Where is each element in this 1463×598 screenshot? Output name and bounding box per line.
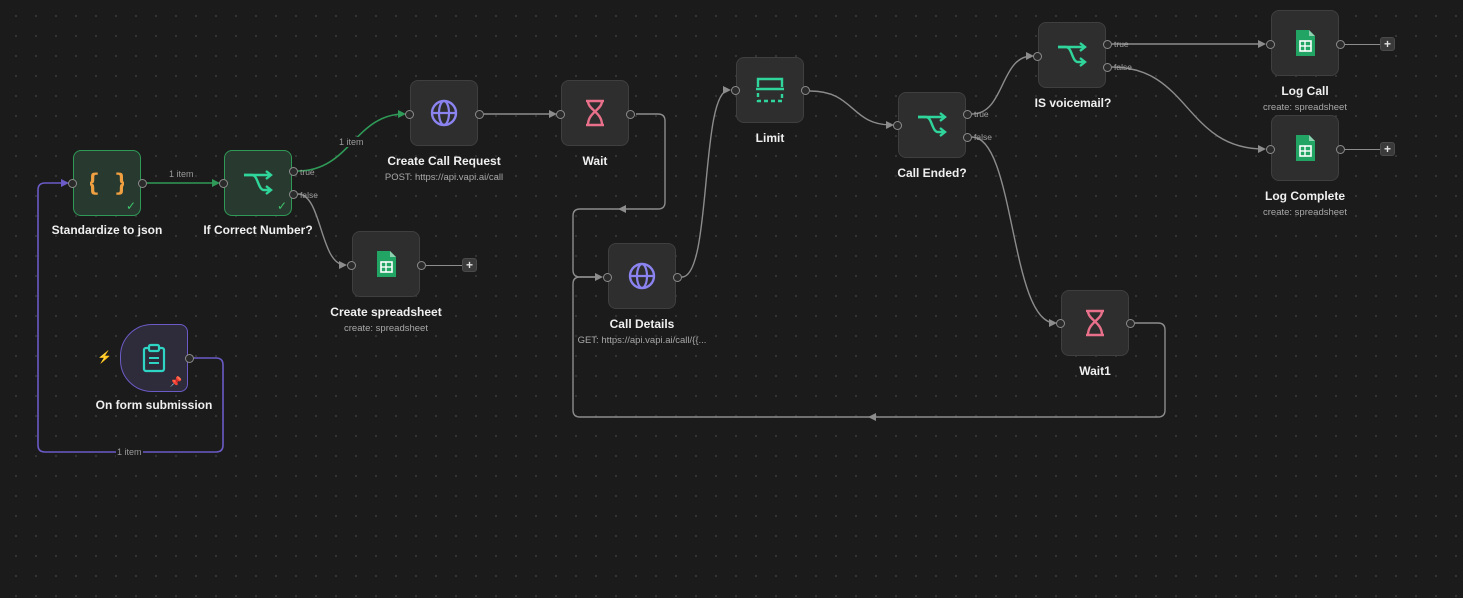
branch-label-false: false <box>300 190 318 200</box>
google-sheets-icon <box>375 250 397 278</box>
output-port[interactable] <box>185 354 194 363</box>
node-subtitle: create: spreadsheet <box>1263 102 1347 113</box>
if-branch-icon <box>916 112 948 138</box>
branch-label-false: false <box>1114 62 1132 72</box>
edge-label-form-standardize: 1 item <box>116 447 143 457</box>
add-connector-line <box>1345 44 1380 45</box>
node-label: If Correct Number? <box>203 223 313 237</box>
hourglass-icon <box>1082 308 1108 338</box>
branch-label-true: true <box>1114 39 1129 49</box>
node-subtitle: create: spreadsheet <box>344 323 428 334</box>
hourglass-icon <box>582 98 608 128</box>
node-create-call-request[interactable] <box>410 80 478 146</box>
google-sheets-icon <box>1294 29 1316 57</box>
output-port[interactable] <box>1126 319 1135 328</box>
edge-wait-call-details-arrow <box>618 205 626 213</box>
output-port[interactable] <box>801 86 810 95</box>
edge-wait1-call-details-arrow <box>868 413 876 421</box>
node-label: Call Ended? <box>897 166 967 180</box>
output-port-false[interactable] <box>963 133 972 142</box>
node-label: Limit <box>755 131 785 145</box>
input-port[interactable] <box>1266 145 1275 154</box>
input-port[interactable] <box>68 179 77 188</box>
output-port-false[interactable] <box>1103 63 1112 72</box>
input-port[interactable] <box>731 86 740 95</box>
node-call-details[interactable] <box>608 243 676 309</box>
branch-label-true: true <box>974 109 989 119</box>
add-connector-line <box>426 265 462 266</box>
node-wait[interactable] <box>561 80 629 146</box>
pin-icon: 📌 <box>169 377 182 388</box>
node-standardize-to-json[interactable]: { } ✓ <box>73 150 141 216</box>
node-label: Log Complete <box>1265 189 1345 203</box>
globe-icon <box>429 98 459 128</box>
node-subtitle: GET: https://api.vapi.ai/call/{{... <box>577 335 707 346</box>
trigger-bolt-icon: ⚡ <box>97 350 112 364</box>
input-port[interactable] <box>1056 319 1065 328</box>
globe-icon <box>627 261 657 291</box>
node-wait1[interactable] <box>1061 290 1129 356</box>
input-port[interactable] <box>219 179 228 188</box>
clipboard-icon <box>141 343 167 373</box>
success-check-icon: ✓ <box>125 199 136 213</box>
branch-label-true: true <box>300 167 315 177</box>
node-label: Create spreadsheet <box>330 305 442 319</box>
node-limit[interactable] <box>736 57 804 123</box>
output-port-true[interactable] <box>289 167 298 176</box>
braces-icon: { } <box>90 168 124 198</box>
node-label: Wait <box>582 154 608 168</box>
output-port[interactable] <box>475 110 484 119</box>
success-check-icon: ✓ <box>276 199 287 213</box>
input-port[interactable] <box>893 121 902 130</box>
node-label: On form submission <box>95 398 213 412</box>
google-sheets-icon <box>1294 134 1316 162</box>
input-port[interactable] <box>603 273 612 282</box>
edge-label-standardize-if: 1 item <box>168 169 195 179</box>
output-port[interactable] <box>1336 145 1345 154</box>
node-on-form-submission[interactable]: 📌 <box>120 324 188 392</box>
node-if-correct-number[interactable]: ✓ <box>224 150 292 216</box>
edge-label-if-create-call: 1 item <box>338 137 365 147</box>
output-port[interactable] <box>626 110 635 119</box>
add-connector-line <box>1345 149 1380 150</box>
add-node-button[interactable]: + <box>1380 37 1395 51</box>
node-label: Wait1 <box>1079 364 1111 378</box>
output-port-true[interactable] <box>1103 40 1112 49</box>
node-subtitle: create: spreadsheet <box>1263 207 1347 218</box>
if-branch-icon <box>242 170 274 196</box>
output-port-true[interactable] <box>963 110 972 119</box>
node-create-spreadsheet[interactable] <box>352 231 420 297</box>
node-label: Call Details <box>609 317 675 331</box>
svg-text:{ }: { } <box>90 169 124 197</box>
node-is-voicemail[interactable] <box>1038 22 1106 88</box>
node-label: Log Call <box>1281 84 1329 98</box>
input-port[interactable] <box>556 110 565 119</box>
if-branch-icon <box>1056 42 1088 68</box>
add-node-button[interactable]: + <box>462 258 477 272</box>
input-port[interactable] <box>1266 40 1275 49</box>
output-port[interactable] <box>417 261 426 270</box>
node-log-call[interactable] <box>1271 10 1339 76</box>
node-log-complete[interactable] <box>1271 115 1339 181</box>
input-port[interactable] <box>1033 52 1042 61</box>
edge-call-ended-false-wait1[interactable] <box>971 136 1057 327</box>
output-port-false[interactable] <box>289 190 298 199</box>
add-node-button[interactable]: + <box>1380 142 1395 156</box>
output-port[interactable] <box>1336 40 1345 49</box>
input-port[interactable] <box>405 110 414 119</box>
edge-call-details-limit[interactable] <box>681 86 731 278</box>
branch-label-false: false <box>974 132 992 142</box>
node-subtitle: POST: https://api.vapi.ai/call <box>384 172 504 183</box>
edge-limit-call-ended[interactable] <box>809 90 894 129</box>
output-port[interactable] <box>138 179 147 188</box>
output-port[interactable] <box>673 273 682 282</box>
limit-icon <box>754 75 786 105</box>
input-port[interactable] <box>347 261 356 270</box>
node-call-ended[interactable] <box>898 92 966 158</box>
node-label: IS voicemail? <box>1034 96 1112 110</box>
